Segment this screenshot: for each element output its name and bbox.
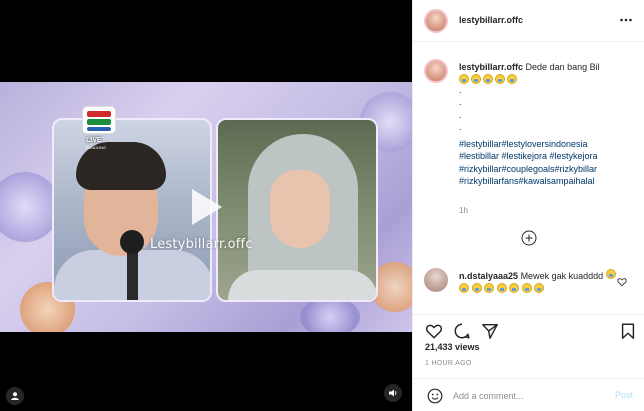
crying-emoji-icon (495, 73, 505, 84)
decor-flower (0, 172, 60, 242)
crying-emoji-icon (471, 73, 481, 84)
comment-body: n.dstalyaaa25 Mewek gak kuadddd (459, 269, 619, 296)
post-actions (413, 314, 644, 344)
caption-username[interactable]: lestybillarr.offc (459, 62, 523, 72)
microphone-handle (127, 248, 138, 300)
woman-figure-dress (228, 270, 376, 300)
caption-dot: . (459, 84, 462, 95)
crying-emoji-row (459, 73, 639, 84)
channel-logo-icon (82, 106, 116, 134)
load-more-comments-icon[interactable] (521, 230, 537, 246)
decor-flower (300, 297, 360, 332)
caption-dot: . (459, 97, 462, 107)
crying-emoji-icon (521, 282, 532, 293)
crying-emoji-icon (483, 73, 493, 84)
emoji-picker-icon[interactable] (427, 388, 443, 404)
avatar[interactable] (424, 9, 448, 33)
video-panel-right (216, 118, 378, 302)
crying-emoji-icon (484, 282, 495, 293)
media-pane: LIVE BANDUNG Lestybillarr.offc (0, 0, 412, 411)
crying-emoji-icon (471, 282, 482, 293)
caption-text: Dede dan bang Bil (525, 62, 600, 72)
live-location: BANDUNG (86, 145, 107, 150)
post-sidebar: lestybillarr.offc lestybillarr.offc Dede… (412, 0, 644, 411)
crying-emoji-icon (496, 282, 507, 293)
crying-emoji-icon (459, 282, 469, 293)
avatar[interactable] (424, 268, 448, 292)
caption-time: 1h (459, 206, 468, 215)
comment-like-heart-icon[interactable] (617, 277, 627, 287)
crying-emoji-icon (605, 269, 616, 279)
caption-dot: . (459, 122, 462, 132)
crying-emoji-icon (509, 282, 520, 293)
post-timestamp[interactable]: 1 HOUR AGO (425, 360, 472, 367)
crying-emoji-icon (507, 73, 517, 84)
tagged-user-icon[interactable] (6, 387, 24, 405)
crying-emoji-icon (459, 73, 469, 84)
live-label: LIVE (86, 137, 102, 144)
hashtag-line[interactable]: #rizkybillar#couplegoals#rizkybillar (459, 163, 639, 176)
sound-icon[interactable] (384, 384, 402, 402)
bookmark-icon[interactable] (619, 322, 637, 340)
caption-dot: . (459, 109, 462, 120)
comment-input[interactable] (453, 388, 603, 404)
caption-body: lestybillarr.offc Dede dan bang Bil . . … (459, 61, 639, 188)
header-username[interactable]: lestybillarr.offc (459, 15, 523, 25)
post-header: lestybillarr.offc (413, 0, 644, 42)
avatar[interactable] (424, 59, 448, 83)
woman-figure-face (270, 170, 330, 248)
caption-block: lestybillarr.offc Dede dan bang Bil . . … (413, 48, 644, 260)
hashtag-line[interactable]: #lestybillar#lestyloversindonesia (459, 138, 639, 151)
add-comment-bar: Post (413, 378, 644, 411)
comment-username[interactable]: n.dstalyaaa25 (459, 271, 518, 281)
play-icon[interactable] (182, 185, 226, 229)
video-watermark: Lestybillarr.offc (150, 237, 253, 252)
comment-text: Mewek gak kuadddd (520, 271, 604, 281)
view-count[interactable]: 21,433 views (425, 342, 480, 352)
comment-icon[interactable] (453, 322, 471, 340)
post-comment-button[interactable]: Post (615, 390, 633, 400)
heart-icon[interactable] (425, 322, 443, 340)
hashtag-line[interactable]: #lestibillar #lestikejora #lestykejora (459, 150, 639, 163)
comment-item: n.dstalyaaa25 Mewek gak kuadddd (413, 266, 644, 311)
hashtag-line[interactable]: #rizkybillarfans#kawalsampaihalal (459, 175, 639, 188)
crying-emoji-icon (534, 282, 545, 293)
video-player[interactable]: LIVE BANDUNG Lestybillarr.offc (0, 82, 412, 332)
microphone-icon (120, 230, 144, 254)
more-horizontal-icon[interactable] (619, 13, 633, 27)
paper-plane-icon[interactable] (481, 322, 499, 340)
